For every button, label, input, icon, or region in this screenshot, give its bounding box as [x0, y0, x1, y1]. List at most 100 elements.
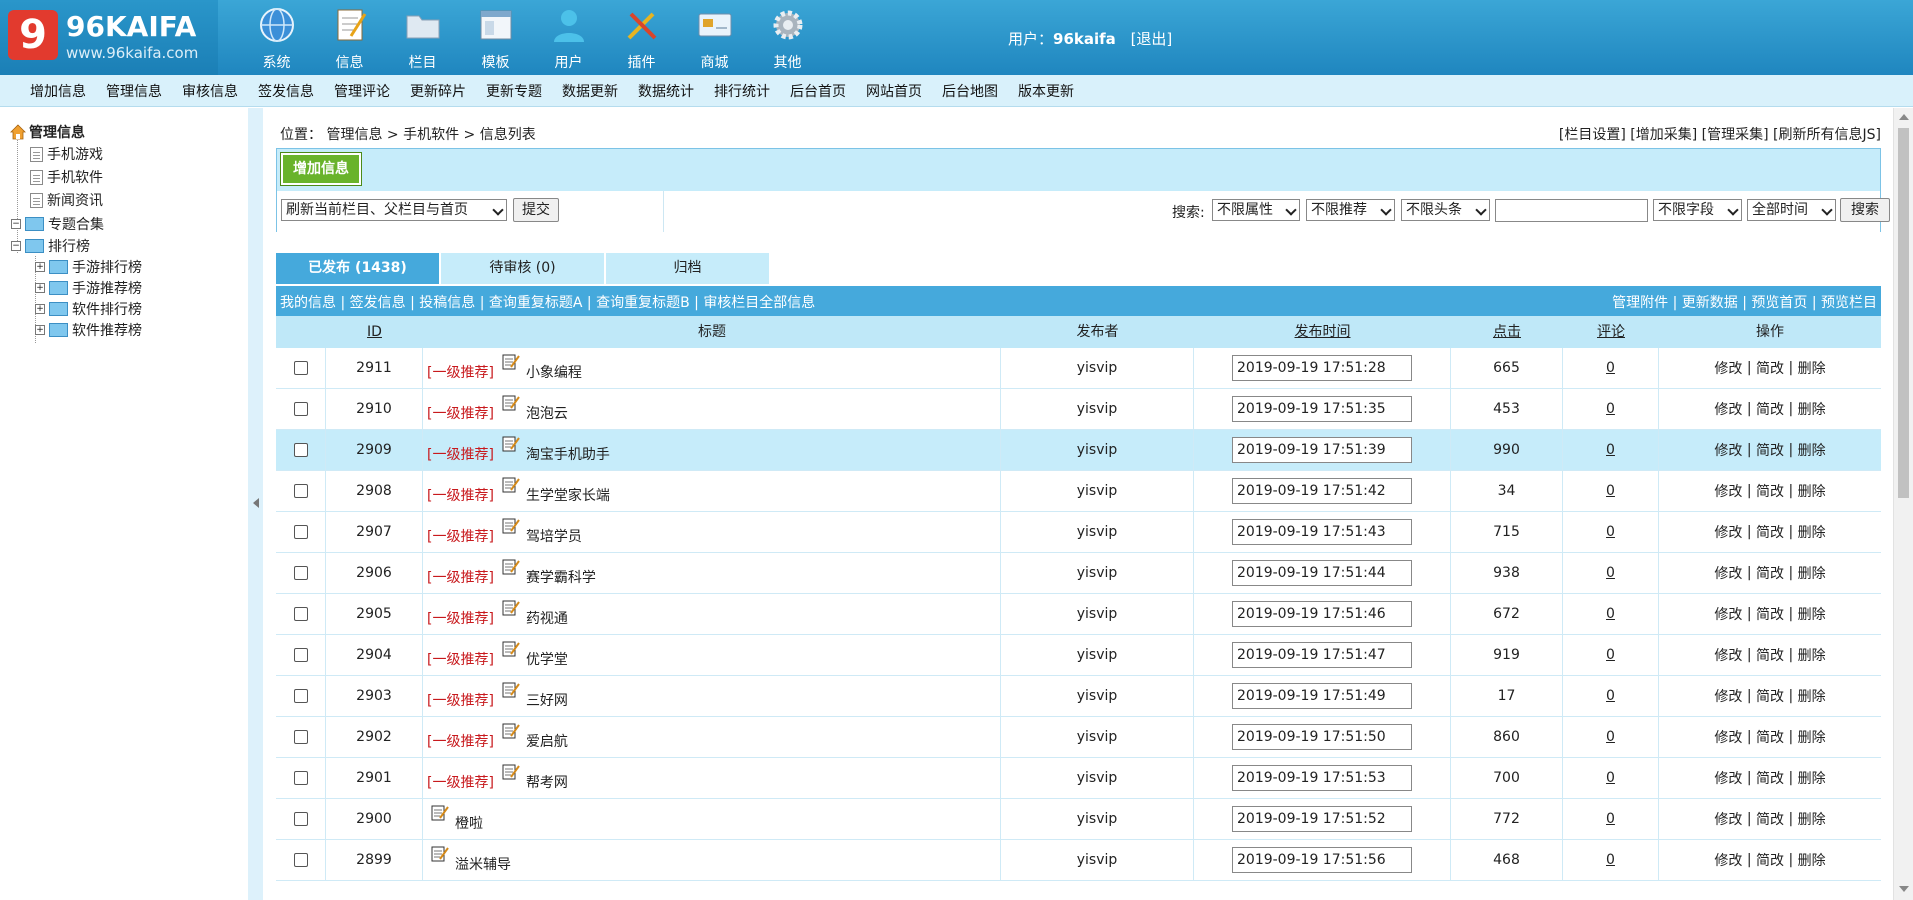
row-comments-link[interactable]: 0	[1606, 852, 1615, 868]
edit-link[interactable]: 修改	[1714, 645, 1742, 665]
publish-time-input[interactable]: 2019-09-19 17:51:28	[1232, 355, 1412, 381]
topnav-other[interactable]: 其他	[751, 0, 824, 75]
edit-link[interactable]: 修改	[1714, 563, 1742, 583]
delete-link[interactable]: 删除	[1798, 727, 1826, 747]
header-id-label[interactable]: ID	[367, 324, 382, 340]
submenu-data-stats[interactable]: 数据统计	[638, 81, 694, 101]
delete-link[interactable]: 删除	[1798, 850, 1826, 870]
submenu-site-home[interactable]: 网站首页	[866, 81, 922, 101]
submenu-add-info[interactable]: 增加信息	[30, 81, 86, 101]
vertical-scrollbar[interactable]	[1893, 108, 1913, 900]
manage-attachments-link[interactable]: 管理附件	[1612, 295, 1668, 311]
publish-time-input[interactable]: 2019-09-19 17:51:39	[1232, 437, 1412, 463]
row-comments-link[interactable]: 0	[1606, 565, 1615, 581]
row-title-link[interactable]: 帮考网	[526, 764, 568, 792]
scroll-thumb[interactable]	[1898, 128, 1909, 498]
collapse-icon[interactable]: −	[11, 241, 21, 251]
edit-link[interactable]: 修改	[1714, 481, 1742, 501]
row-title-link[interactable]: 小象编程	[526, 354, 582, 382]
submenu-version-update[interactable]: 版本更新	[1018, 81, 1074, 101]
logout-link[interactable]: [退出]	[1131, 30, 1173, 48]
field-select[interactable]: 不限字段	[1653, 199, 1742, 221]
duplicate-title-a-link[interactable]: 查询重复标题A	[489, 295, 583, 311]
submenu-data-update[interactable]: 数据更新	[562, 81, 618, 101]
row-comments-link[interactable]: 0	[1606, 770, 1615, 786]
topnav-info[interactable]: 信息	[313, 0, 386, 75]
row-checkbox[interactable]	[293, 812, 308, 826]
breadcrumb-path[interactable]: 管理信息 > 手机软件 > 信息列表	[326, 127, 535, 143]
row-title-link[interactable]: 优学堂	[526, 641, 568, 669]
row-comments-link[interactable]: 0	[1606, 483, 1615, 499]
quick-edit-link[interactable]: 简改	[1756, 522, 1784, 542]
tree-item-rankings[interactable]: − 排行榜	[11, 236, 90, 256]
row-checkbox[interactable]	[293, 484, 308, 498]
tab-pending[interactable]: 待审核 (0)	[441, 253, 604, 284]
tab-published[interactable]: 已发布 (1438)	[276, 253, 439, 284]
row-title-link[interactable]: 溢米辅导	[455, 846, 511, 874]
publish-time-input[interactable]: 2019-09-19 17:51:49	[1232, 683, 1412, 709]
row-title-link[interactable]: 驾培学员	[526, 518, 582, 546]
publish-time-input[interactable]: 2019-09-19 17:51:43	[1232, 519, 1412, 545]
row-title-link[interactable]: 三好网	[526, 682, 568, 710]
expand-icon[interactable]: +	[35, 325, 45, 335]
row-comments-link[interactable]: 0	[1606, 401, 1615, 417]
delete-link[interactable]: 删除	[1798, 686, 1826, 706]
tree-item-topics[interactable]: − 专题合集	[11, 214, 104, 234]
review-all-link[interactable]: 审核栏目全部信息	[703, 295, 815, 311]
tree-root[interactable]: 管理信息	[10, 122, 85, 142]
row-comments-link[interactable]: 0	[1606, 729, 1615, 745]
quick-edit-link[interactable]: 简改	[1756, 727, 1784, 747]
row-title-link[interactable]: 爱启航	[526, 723, 568, 751]
delete-link[interactable]: 删除	[1798, 645, 1826, 665]
quick-edit-link[interactable]: 简改	[1756, 686, 1784, 706]
recommend-filter[interactable]: 不限推荐	[1306, 199, 1395, 221]
submenu-admin-home[interactable]: 后台首页	[790, 81, 846, 101]
quick-edit-link[interactable]: 简改	[1756, 809, 1784, 829]
collapse-arrow-icon[interactable]	[253, 498, 259, 508]
row-checkbox[interactable]	[293, 607, 308, 621]
edit-link[interactable]: 修改	[1714, 358, 1742, 378]
tab-archive[interactable]: 归档	[606, 253, 769, 284]
row-title-link[interactable]: 橙啦	[455, 805, 483, 833]
row-comments-link[interactable]: 0	[1606, 647, 1615, 663]
add-collect-link[interactable]: [增加采集]	[1630, 127, 1697, 143]
tree-item-software-recommend[interactable]: + 软件推荐榜	[35, 320, 142, 340]
scroll-down-icon[interactable]	[1899, 886, 1909, 892]
add-info-button[interactable]: 增加信息	[280, 152, 362, 186]
submenu-manage-comments[interactable]: 管理评论	[334, 81, 390, 101]
sign-info-link[interactable]: 签发信息	[350, 295, 406, 311]
submenu-manage-info[interactable]: 管理信息	[106, 81, 162, 101]
quick-edit-link[interactable]: 简改	[1756, 563, 1784, 583]
row-comments-link[interactable]: 0	[1606, 442, 1615, 458]
edit-link[interactable]: 修改	[1714, 850, 1742, 870]
row-checkbox[interactable]	[293, 361, 308, 375]
row-title-link[interactable]: 泡泡云	[526, 395, 568, 423]
edit-link[interactable]: 修改	[1714, 686, 1742, 706]
my-info-link[interactable]: 我的信息	[280, 295, 336, 311]
row-checkbox[interactable]	[293, 648, 308, 662]
publish-time-input[interactable]: 2019-09-19 17:51:42	[1232, 478, 1412, 504]
duplicate-title-b-link[interactable]: 查询重复标题B	[596, 295, 690, 311]
header-hits-label[interactable]: 点击	[1493, 324, 1521, 340]
expand-icon[interactable]: −	[11, 219, 21, 229]
tree-item-news[interactable]: 新闻资讯	[30, 190, 103, 210]
tree-item-mobile-games[interactable]: 手机游戏	[30, 144, 103, 164]
submenu-sign-info[interactable]: 签发信息	[258, 81, 314, 101]
headline-filter[interactable]: 不限头条	[1401, 199, 1490, 221]
row-checkbox[interactable]	[293, 853, 308, 867]
submitted-info-link[interactable]: 投稿信息	[419, 295, 475, 311]
delete-link[interactable]: 删除	[1798, 440, 1826, 460]
row-title-link[interactable]: 药视通	[526, 600, 568, 628]
edit-link[interactable]: 修改	[1714, 604, 1742, 624]
header-hits[interactable]: 点击	[1451, 316, 1563, 348]
publish-time-input[interactable]: 2019-09-19 17:51:53	[1232, 765, 1412, 791]
manage-collect-link[interactable]: [管理采集]	[1702, 127, 1769, 143]
submenu-update-topics[interactable]: 更新专题	[486, 81, 542, 101]
publish-time-input[interactable]: 2019-09-19 17:51:46	[1232, 601, 1412, 627]
submenu-ranking-stats[interactable]: 排行统计	[714, 81, 770, 101]
quick-edit-link[interactable]: 简改	[1756, 604, 1784, 624]
scroll-up-icon[interactable]	[1899, 114, 1909, 120]
delete-link[interactable]: 删除	[1798, 399, 1826, 419]
refresh-js-link[interactable]: [刷新所有信息JS]	[1773, 127, 1881, 143]
quick-edit-link[interactable]: 简改	[1756, 399, 1784, 419]
